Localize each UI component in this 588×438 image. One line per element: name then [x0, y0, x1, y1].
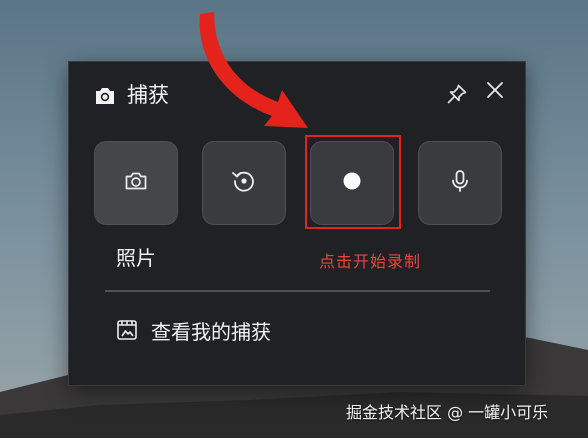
microphone-icon: [447, 168, 473, 198]
annotation-hint: 点击开始录制: [319, 252, 422, 271]
screenshot-button[interactable]: [94, 141, 178, 225]
see-my-captures-label: 查看我的捕获: [151, 320, 271, 344]
selected-mode-label: 照片: [116, 246, 156, 270]
camera-icon: [123, 168, 149, 198]
divider: [105, 290, 490, 292]
record-last-30s-button[interactable]: [202, 141, 286, 225]
capture-panel: 捕获 照片 点击开始录制 查看我的捕获: [68, 61, 526, 386]
panel-titlebar: 捕获: [69, 62, 525, 134]
annotation-highlight-box: [305, 135, 401, 229]
gallery-icon: [115, 318, 139, 346]
pin-icon: [446, 83, 468, 109]
microphone-button[interactable]: [418, 141, 502, 225]
camera-icon: [93, 84, 117, 108]
see-my-captures-link[interactable]: 查看我的捕获: [115, 316, 271, 348]
replay-icon: [230, 167, 258, 199]
panel-title: 捕获: [127, 83, 169, 107]
close-icon: [486, 81, 504, 103]
watermark: 掘金技术社区 @ 一罐小可乐: [346, 403, 549, 422]
close-button[interactable]: [481, 78, 509, 106]
pin-button[interactable]: [443, 82, 471, 110]
